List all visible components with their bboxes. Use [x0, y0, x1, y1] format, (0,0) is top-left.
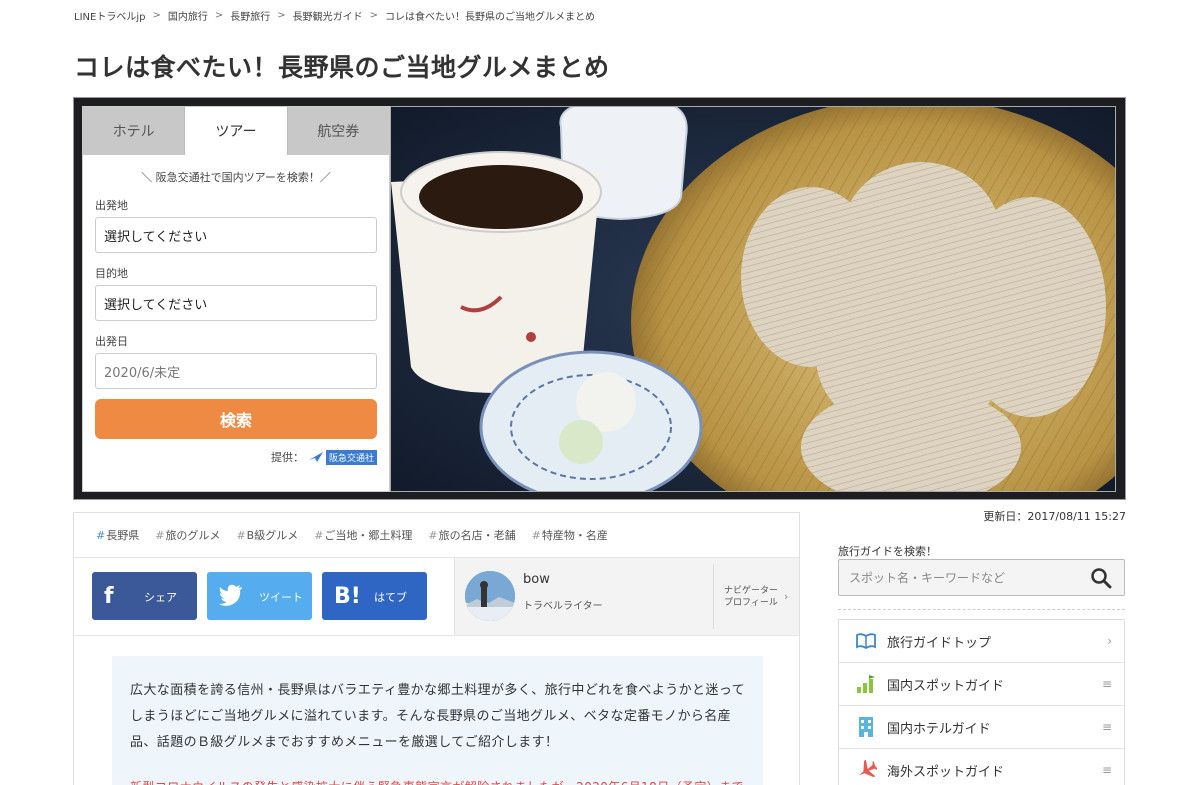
guide-search-placeholder: スポット名・キーワードなど: [849, 571, 1006, 585]
soba-illustration: [391, 107, 1115, 491]
guide-item-domestic-hotel[interactable]: 国内ホテルガイド ≡: [839, 706, 1124, 749]
hatena-b-icon: B!: [334, 584, 361, 609]
author-panel: bow トラベルライター ナビゲーター プロフィール ›: [454, 558, 799, 635]
tag-label: 旅のグルメ: [165, 529, 221, 542]
provider-label: 提供：: [270, 451, 304, 464]
facebook-share-button[interactable]: f シェア: [92, 572, 197, 620]
widget-lead-text: ＼ 阪急交通社で国内ツアーを検索！／: [141, 171, 331, 184]
guide-item-overseas-spot[interactable]: 海外スポットガイド ≡: [839, 749, 1124, 785]
tag-label: ご当地・郷土料理: [324, 529, 413, 542]
search-icon[interactable]: [1090, 567, 1112, 589]
guide-item-label: 海外スポットガイド: [887, 764, 1005, 780]
guide-item-label: 旅行ガイドトップ: [887, 635, 992, 651]
chevron-right-icon: ›: [1107, 634, 1112, 648]
hatena-bookmark-button[interactable]: B! はてブ: [322, 572, 427, 620]
breadcrumb-link-line-travel[interactable]: LINEトラベルjp: [74, 8, 145, 23]
hash-icon: #: [236, 529, 246, 542]
hankyu-bird-icon: [308, 452, 323, 462]
provider-name: 阪急交通社: [325, 449, 377, 465]
breadcrumb-link-nagano-guide[interactable]: 長野観光ガイド: [293, 8, 363, 23]
provider-credit: 提供： 阪急交通社: [95, 449, 377, 465]
hash-icon: #: [428, 529, 438, 542]
article-card: #長野県 #旅のグルメ #B級グルメ #ご当地・郷土料理 #旅の名店・老舗 #特…: [73, 512, 800, 785]
hash-icon: #: [314, 529, 324, 542]
profile-link-line2: プロフィール: [724, 597, 778, 608]
breadcrumb-separator: >: [369, 10, 379, 21]
chevron-right-icon: ›: [784, 589, 789, 603]
tag-travel-gourmet[interactable]: #旅のグルメ: [155, 527, 220, 543]
breadcrumb-current: コレは食べたい！長野県のご当地グルメまとめ: [385, 12, 596, 23]
flag-icon: [855, 673, 877, 695]
destination-label: 目的地: [95, 267, 128, 280]
guide-item-label: 国内ホテルガイド: [887, 721, 991, 737]
hatena-bookmark-label: はてブ: [374, 591, 407, 604]
share-buttons: f シェア ツイート B! はてブ: [74, 558, 454, 635]
date-label: 出発日: [95, 335, 128, 348]
tab-hotel[interactable]: ホテル: [83, 107, 186, 155]
hash-icon: #: [155, 529, 165, 542]
tag-label: B級グルメ: [246, 529, 299, 542]
guide-nav-list: 旅行ガイドトップ › 国内スポットガイド ≡ 国内ホテルガイド ≡ 海外スポット…: [838, 619, 1125, 785]
breadcrumb-separator: >: [277, 10, 286, 21]
intro-box: 広大な面積を誇る信州・長野県はバラエティ豊かな郷土料理が多く、旅行中どれを食べよ…: [112, 656, 763, 785]
tab-airline-ticket[interactable]: 航空券: [287, 107, 389, 155]
tab-tour[interactable]: ツアー: [185, 107, 288, 155]
guide-item-domestic-spot[interactable]: 国内スポットガイド ≡: [839, 663, 1124, 706]
search-button[interactable]: 検索: [95, 399, 377, 439]
guide-item-top[interactable]: 旅行ガイドトップ ›: [839, 620, 1124, 663]
drag-handle-icon: ≡: [1101, 763, 1112, 777]
covid-notice: 新型コロナウイルスの発生と感染拡大に伴う緊急事態宣言が解除されましたが、2020…: [130, 774, 745, 785]
departure-select[interactable]: 選択してください: [95, 217, 377, 253]
building-icon: [855, 716, 877, 738]
author-avatar[interactable]: [465, 571, 515, 621]
departure-label: 出発地: [95, 199, 128, 212]
twitter-tweet-label: ツイート: [259, 591, 303, 604]
destination-select[interactable]: 選択してください: [95, 285, 377, 321]
facebook-share-label: シェア: [144, 591, 177, 604]
tag-nagano[interactable]: #長野県: [96, 527, 139, 543]
twitter-tweet-button[interactable]: ツイート: [207, 572, 312, 620]
departure-date-input[interactable]: 2020/6/未定: [95, 353, 377, 389]
facebook-icon: f: [104, 584, 114, 609]
breadcrumb-separator: >: [214, 10, 224, 21]
tour-search-widget: ホテル ツアー 航空券 ＼ 阪急交通社で国内ツアーを検索！／ 出発地 選択してく…: [82, 106, 390, 492]
profile-link-line1: ナビゲーター: [724, 585, 779, 596]
navigator-profile-link[interactable]: ナビゲーター プロフィール ›: [713, 564, 797, 629]
tag-famous-shops[interactable]: #旅の名店・老舗: [428, 527, 515, 543]
share-author-row: f シェア ツイート B! はてブ bow トラベルライター ナビゲーター プロ…: [74, 558, 799, 636]
page-title: コレは食べたい！長野県のご当地グルメまとめ: [74, 53, 610, 82]
updated-date: 更新日：2017/08/11 15:27: [983, 510, 1126, 523]
book-icon: [855, 630, 877, 652]
tag-label: 長野県: [106, 529, 140, 542]
hash-icon: #: [531, 529, 541, 542]
tag-specialties[interactable]: #特産物・名産: [532, 527, 608, 543]
search-tabs: ホテル ツアー 航空券: [83, 107, 389, 155]
drag-handle-icon: ≡: [1101, 720, 1112, 734]
tag-list: #長野県 #旅のグルメ #B級グルメ #ご当地・郷土料理 #旅の名店・老舗 #特…: [74, 513, 799, 558]
hash-icon: #: [96, 529, 106, 542]
tag-b-gourmet[interactable]: #B級グルメ: [236, 527, 298, 543]
airplane-icon: [855, 759, 877, 781]
tag-label: 旅の名店・老舗: [438, 529, 516, 542]
avatar-image: [465, 571, 515, 621]
hero-photo-soba: [390, 106, 1116, 492]
breadcrumb-link-nagano[interactable]: 長野旅行: [230, 8, 270, 23]
guide-search-input[interactable]: スポット名・キーワードなど: [838, 559, 1125, 596]
drag-handle-icon: ≡: [1101, 677, 1112, 691]
author-role: トラベルライター: [523, 601, 603, 612]
breadcrumb: LINEトラベルjp > 国内旅行 > 長野旅行 > 長野観光ガイド > コレは…: [74, 8, 595, 23]
hankyu-logo: 阪急交通社: [308, 449, 377, 465]
intro-text: 広大な面積を誇る信州・長野県はバラエティ豊かな郷土料理が多く、旅行中どれを食べよ…: [130, 683, 745, 750]
author-name[interactable]: bow: [523, 572, 713, 587]
guide-item-label: 国内スポットガイド: [887, 678, 1005, 694]
sidebar-divider: [838, 609, 1125, 610]
breadcrumb-link-domestic[interactable]: 国内旅行: [168, 8, 208, 23]
twitter-bird-icon: [219, 584, 243, 612]
guide-search-label: 旅行ガイドを検索！: [838, 545, 937, 558]
tag-label: 特産物・名産: [541, 529, 608, 542]
tag-local-cuisine[interactable]: #ご当地・郷土料理: [314, 527, 412, 543]
breadcrumb-separator: >: [152, 10, 161, 21]
